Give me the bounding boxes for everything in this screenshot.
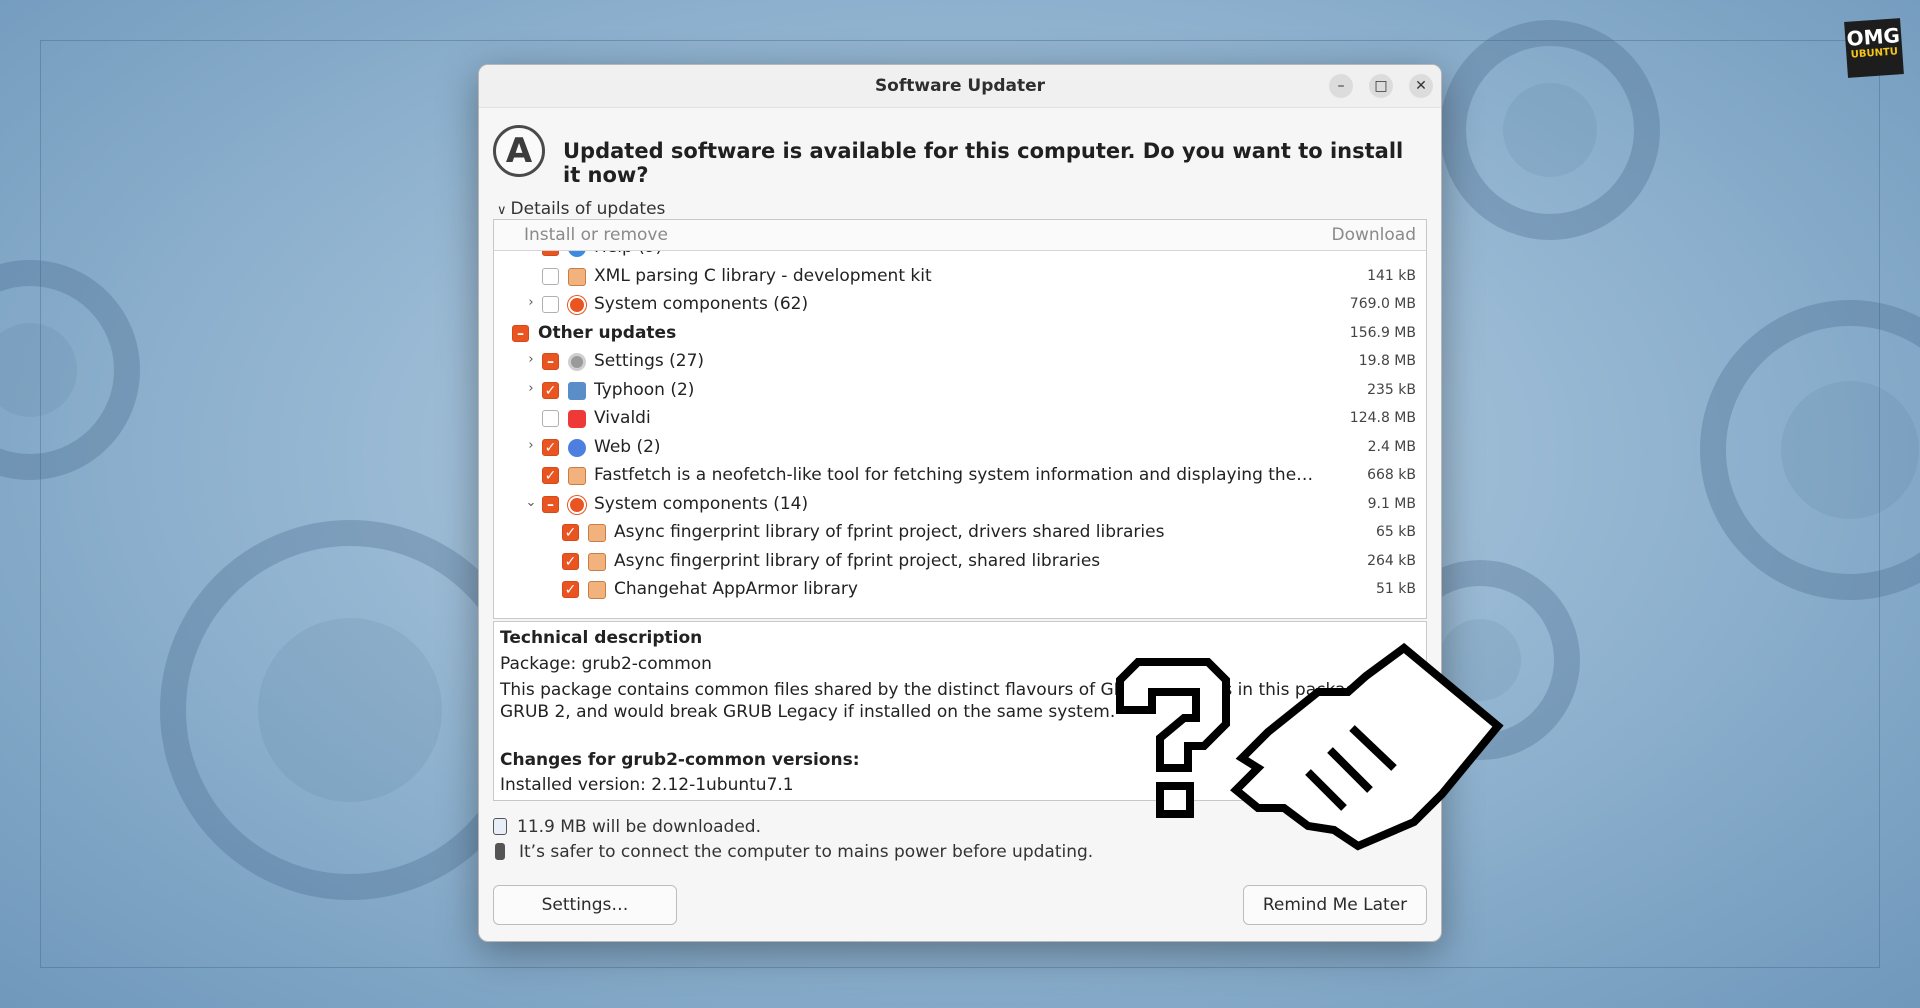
chevron-down-icon[interactable]: ⌄ xyxy=(524,495,538,510)
download-size: 65 kB xyxy=(1376,524,1416,540)
chevron-down-icon: ∨ xyxy=(497,203,507,218)
download-size: 19.8 MB xyxy=(1358,353,1416,369)
update-label: Vivaldi xyxy=(594,408,651,428)
settings-button[interactable]: Settings… xyxy=(493,885,677,925)
power-warning-status: It’s safer to connect the computer to ma… xyxy=(493,842,1093,862)
description-line: GRUB 2, and would break GRUB Legacy if i… xyxy=(500,702,1116,722)
update-label: System components (62) xyxy=(594,294,809,314)
system-icon xyxy=(568,495,586,514)
update-checkbox[interactable]: – xyxy=(512,324,529,342)
column-download[interactable]: Download xyxy=(1331,225,1416,245)
battery-icon xyxy=(495,843,505,860)
update-row[interactable]: ⌄ – System components (14) 9.1 MB xyxy=(494,491,1426,520)
pointing-hand-icon xyxy=(1230,642,1504,851)
download-size: 9.1 MB xyxy=(1367,495,1416,512)
update-label: System components (14) xyxy=(594,493,809,514)
update-checkbox[interactable] xyxy=(542,267,559,285)
installed-version: Installed version: 2.12-1ubuntu7.1 xyxy=(500,775,794,795)
update-checkbox[interactable]: – xyxy=(542,353,559,370)
updates-tree[interactable]: ›–Help (9)39.3 MBXML parsing C library -… xyxy=(493,219,1427,619)
update-row[interactable]: Vivaldi 124.8 MB xyxy=(494,405,1426,434)
chevron-right-icon[interactable]: › xyxy=(524,381,538,396)
package-icon xyxy=(568,267,586,286)
system-icon xyxy=(568,296,586,314)
update-row[interactable]: XML parsing C library - development kit 1… xyxy=(494,263,1426,292)
update-label: Async fingerprint library of fprint proj… xyxy=(614,522,1165,542)
typhoon-icon xyxy=(568,381,586,400)
update-label: Fastfetch is a neofetch-like tool for fe… xyxy=(594,465,1314,485)
update-row[interactable]: › ✓ Web (2) 2.4 MB xyxy=(494,434,1426,463)
update-row[interactable]: › ✓ Typhoon (2) 235 kB xyxy=(494,377,1426,406)
update-checkbox[interactable]: – xyxy=(542,495,559,513)
update-row[interactable]: ✓ Changehat AppArmor library 51 kB xyxy=(494,576,1426,605)
download-icon xyxy=(493,818,507,835)
download-size: 264 kB xyxy=(1367,552,1416,569)
update-checkbox[interactable]: ✓ xyxy=(562,552,579,570)
update-label: XML parsing C library - development kit xyxy=(594,265,932,286)
update-row[interactable]: ✓ Async fingerprint library of fprint pro… xyxy=(494,548,1426,577)
omg-ubuntu-logo: OMG UBUNTU xyxy=(1844,18,1904,78)
update-checkbox[interactable]: ✓ xyxy=(562,581,579,598)
update-checkbox[interactable]: ✓ xyxy=(542,438,559,456)
package-icon xyxy=(588,552,606,571)
download-size: 668 kB xyxy=(1367,467,1416,483)
update-label: Web (2) xyxy=(594,436,661,457)
description-heading: Technical description xyxy=(500,628,703,648)
update-row[interactable]: ✓ Fastfetch is a neofetch-like tool for f… xyxy=(494,462,1426,491)
download-size: 141 kB xyxy=(1367,267,1416,284)
titlebar: Software Updater – □ ✕ xyxy=(479,65,1441,108)
update-label: Other updates xyxy=(538,322,677,343)
package-icon xyxy=(568,467,586,485)
update-checkbox[interactable]: ✓ xyxy=(542,381,559,399)
update-label: Changehat AppArmor library xyxy=(614,579,858,599)
update-checkbox[interactable]: ✓ xyxy=(562,524,579,541)
update-row[interactable]: › – Settings (27) 19.8 MB xyxy=(494,348,1426,377)
chevron-right-icon[interactable]: › xyxy=(524,438,538,453)
web-icon xyxy=(568,438,586,457)
update-label: Typhoon (2) xyxy=(594,379,695,400)
download-size: 769.0 MB xyxy=(1349,296,1416,312)
background-updater-emblem xyxy=(1440,20,1660,240)
details-of-updates-toggle[interactable]: ∨ Details of updates xyxy=(497,199,665,219)
chevron-right-icon[interactable]: › xyxy=(524,352,538,367)
update-checkbox[interactable] xyxy=(542,410,559,427)
update-checkbox[interactable]: ✓ xyxy=(542,467,559,484)
update-row[interactable]: › System components (62) 769.0 MB xyxy=(494,291,1426,320)
vivaldi-icon xyxy=(568,410,586,428)
download-size-status: 11.9 MB will be downloaded. xyxy=(493,817,761,837)
update-label: Settings (27) xyxy=(594,351,705,371)
update-checkbox[interactable] xyxy=(542,296,559,313)
download-size: 124.8 MB xyxy=(1349,410,1416,426)
download-size: 51 kB xyxy=(1376,581,1416,597)
download-size: 235 kB xyxy=(1367,381,1416,398)
update-row[interactable]: ✓ Async fingerprint library of fprint pro… xyxy=(494,519,1426,548)
download-size: 2.4 MB xyxy=(1367,438,1416,455)
update-question: Updated software is available for this c… xyxy=(563,139,1404,187)
chevron-right-icon[interactable]: › xyxy=(524,295,538,310)
package-icon xyxy=(588,524,606,542)
minimize-button[interactable]: – xyxy=(1329,74,1353,98)
settings-icon xyxy=(568,353,586,371)
remind-me-later-button[interactable]: Remind Me Later xyxy=(1243,885,1427,925)
update-label: Async fingerprint library of fprint proj… xyxy=(614,550,1101,571)
package-name: Package: grub2-common xyxy=(500,654,712,674)
maximize-button[interactable]: □ xyxy=(1369,74,1393,98)
package-icon xyxy=(588,581,606,599)
question-mark-icon xyxy=(1116,658,1230,818)
updates-list: ›–Help (9)39.3 MBXML parsing C library -… xyxy=(494,234,1426,605)
update-prompt-header: A Updated software is available for this… xyxy=(493,125,1427,187)
pixel-pointer-illustration xyxy=(1116,642,1504,851)
window-title: Software Updater xyxy=(874,76,1046,96)
download-size: 156.9 MB xyxy=(1349,324,1416,341)
changes-heading: Changes for grub2-common versions: xyxy=(500,750,860,770)
column-install-or-remove[interactable]: Install or remove xyxy=(524,225,668,245)
update-row[interactable]: – Other updates 156.9 MB xyxy=(494,320,1426,349)
close-button[interactable]: ✕ xyxy=(1409,74,1433,98)
software-updater-icon: A xyxy=(493,125,545,177)
tree-header: Install or remove Download xyxy=(494,220,1426,251)
